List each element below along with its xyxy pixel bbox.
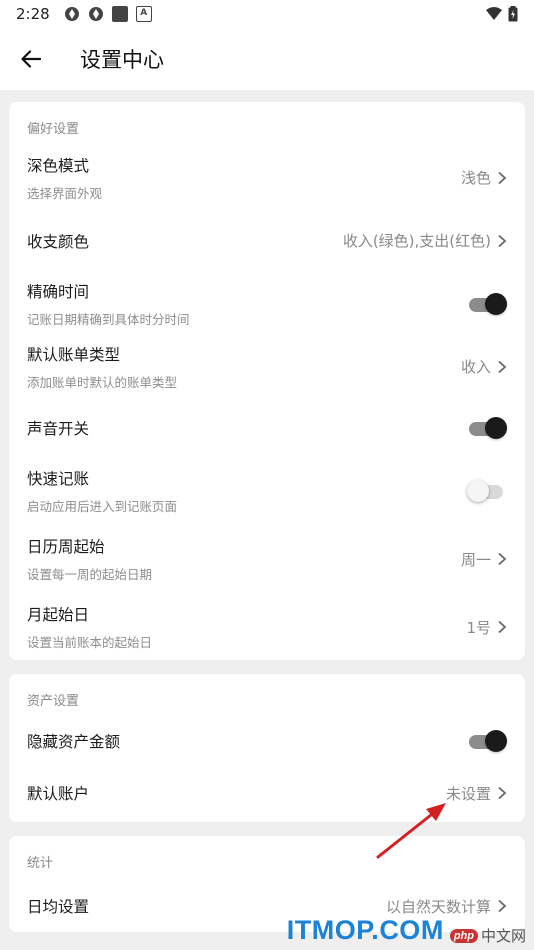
setting-value: 收入(绿色),支出(红色): [342, 232, 491, 250]
setting-subtitle: 设置每一周的起始日期: [27, 567, 153, 582]
setting-quick-entry: 快速记账 启动应用后进入到记账页面: [9, 458, 525, 524]
chevron-right-icon: [498, 552, 507, 566]
setting-precise-time: 精确时间 记账日期精确到具体时分时间: [9, 272, 525, 335]
back-button[interactable]: [0, 28, 62, 90]
setting-week-start[interactable]: 日历周起始 设置每一周的起始日期 周一: [9, 524, 525, 594]
a-notification-icon: A: [135, 6, 152, 22]
section-title-assets: 资产设置: [27, 694, 80, 709]
assets-card: 资产设置 隐藏资产金额 默认账户 未设置: [9, 674, 525, 822]
setting-title: 隐藏资产金额: [27, 733, 121, 751]
aperture-icon: [64, 7, 79, 21]
status-bar: 2:28 A: [0, 0, 534, 28]
setting-income-expense-color[interactable]: 收支颜色 收入(绿色),支出(红色): [9, 209, 525, 272]
setting-title: 默认账户: [27, 785, 90, 803]
setting-month-start[interactable]: 月起始日 设置当前账本的起始日 1号: [9, 594, 525, 660]
setting-value: 收入: [460, 358, 491, 376]
setting-subtitle: 添加账单时默认的账单类型: [27, 374, 178, 390]
setting-value: 1号: [466, 618, 491, 637]
status-system-icons: [486, 6, 518, 22]
precise-time-toggle[interactable]: [469, 292, 507, 316]
watermark-itmop: ITMOP.COM: [286, 915, 444, 945]
chevron-right-icon: [498, 360, 507, 373]
chevron-right-icon: [498, 171, 507, 184]
setting-sound: 声音开关: [9, 398, 525, 458]
battery-icon: [508, 6, 518, 22]
setting-default-account[interactable]: 默认账户 未设置: [9, 764, 525, 822]
section-title-preferences: 偏好设置: [27, 122, 80, 137]
setting-hide-amount: 隐藏资产金额: [9, 718, 525, 764]
wifi-icon: [486, 7, 502, 20]
quick-entry-toggle[interactable]: [467, 479, 507, 503]
setting-title: 日历周起始: [27, 538, 105, 556]
setting-value: 以自然天数计算: [385, 897, 491, 916]
watermark: ITMOP.COM php 中文网: [287, 915, 526, 946]
aperture-icon: [88, 7, 103, 21]
app-bar: 设置中心: [0, 28, 534, 90]
sound-toggle[interactable]: [469, 416, 507, 440]
chevron-right-icon: [498, 234, 507, 247]
chevron-right-icon: [498, 899, 507, 913]
section-title-statistics: 统计: [27, 856, 54, 871]
setting-title: 快速记账: [27, 470, 90, 488]
setting-subtitle: 启动应用后进入到记账页面: [27, 499, 178, 514]
setting-subtitle: 选择界面外观: [27, 185, 103, 201]
chevron-right-icon: [498, 620, 507, 634]
status-time: 2:28: [16, 5, 50, 23]
setting-default-bill-type[interactable]: 默认账单类型 添加账单时默认的账单类型 收入: [9, 335, 525, 398]
page-title: 设置中心: [80, 48, 164, 72]
hide-amount-toggle[interactable]: [469, 729, 507, 753]
setting-title: 收支颜色: [27, 232, 90, 251]
setting-subtitle: 设置当前账本的起始日: [27, 635, 153, 650]
setting-title: 默认账单类型: [27, 345, 121, 364]
status-notification-icons: A: [64, 6, 152, 22]
preferences-card: 偏好设置 深色模式 选择界面外观 浅色 收支颜色 收入(绿色),支出(红色) 精…: [9, 102, 525, 660]
arrow-left-icon: [21, 50, 41, 68]
setting-subtitle: 记账日期精确到具体时分时间: [27, 311, 190, 327]
setting-title: 声音开关: [27, 420, 90, 438]
setting-value: 浅色: [460, 169, 491, 187]
setting-title: 月起始日: [27, 606, 90, 624]
chevron-right-icon: [498, 786, 507, 800]
setting-title: 精确时间: [27, 282, 90, 301]
setting-title: 日均设置: [27, 898, 90, 916]
setting-title: 深色模式: [27, 156, 90, 175]
watermark-php-logo: php 中文网: [449, 925, 526, 946]
watermark-php-badge: php: [449, 928, 478, 943]
setting-dark-mode[interactable]: 深色模式 选择界面外观 浅色: [9, 146, 525, 209]
setting-value: 未设置: [445, 784, 491, 803]
setting-value: 周一: [460, 550, 491, 569]
watermark-cn-text: 中文网: [480, 928, 526, 945]
square-notification-icon: [111, 6, 128, 22]
